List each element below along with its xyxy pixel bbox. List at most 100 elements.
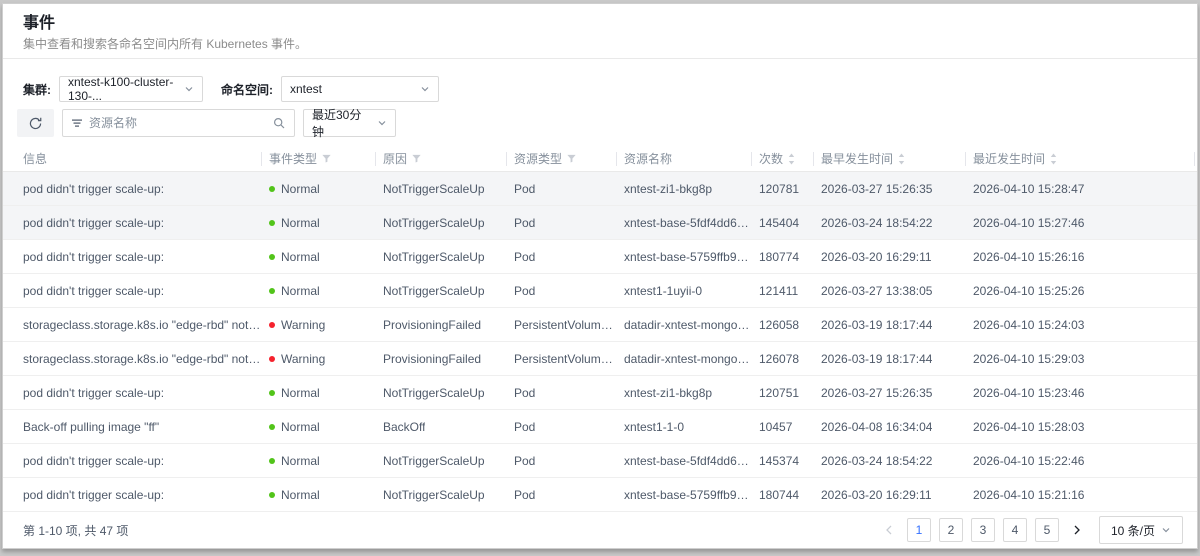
cell-last-seen: 2026-04-10 15:21:16 [965,488,1195,502]
cell-count: 145404 [751,216,813,230]
column-label: 最近发生时间 [973,150,1045,167]
cell-text: Normal [281,386,320,400]
cell-message: pod didn't trigger scale-up: [23,386,261,400]
table-row[interactable]: pod didn't trigger scale-up:NormalNotTri… [3,478,1197,512]
cell-last-seen: 2026-04-10 15:24:03 [965,318,1195,332]
sort-icon[interactable] [897,152,906,166]
cell-first-seen: 2026-03-24 18:54:22 [813,216,965,230]
table-row[interactable]: pod didn't trigger scale-up:NormalNotTri… [3,240,1197,274]
cell-text: 120751 [759,386,799,400]
cell-text: Normal [281,284,320,298]
cell-text: pod didn't trigger scale-up: [23,284,164,298]
cell-text: 2026-04-10 15:28:47 [973,182,1084,196]
cell-text: NotTriggerScaleUp [383,386,485,400]
cell-text: xntest-zi1-bkg8p [624,386,712,400]
cell-resource-type: Pod [506,386,616,400]
table-row[interactable]: pod didn't trigger scale-up:NormalNotTri… [3,444,1197,478]
cluster-select-value: xntest-k100-cluster-130-... [68,75,176,103]
page-button-3[interactable]: 3 [971,518,995,542]
cell-resource-name: xntest-base-5759ffb956-5fpfv [616,250,751,264]
next-page-button[interactable] [1067,518,1087,542]
column-label: 最早发生时间 [821,150,893,167]
column-header-count[interactable]: 次数 [751,150,813,167]
cell-resource-type: Pod [506,454,616,468]
cell-text: datadir-xntest-mongo-mong... [624,318,751,332]
column-header-last-seen[interactable]: 最近发生时间 [965,150,1195,167]
column-header-first-seen[interactable]: 最早发生时间 [813,150,965,167]
normal-status-dot-icon [269,186,275,192]
previous-page-button[interactable] [879,518,899,542]
sort-icon[interactable] [787,152,796,166]
page-button-4[interactable]: 4 [1003,518,1027,542]
chevron-right-icon [1073,525,1081,535]
cell-count: 120751 [751,386,813,400]
column-header-resource-name: 资源名称 [616,150,751,167]
cell-text: xntest1-1-0 [624,420,684,434]
cell-message: Back-off pulling image "ff" [23,420,261,434]
table-row[interactable]: storageclass.storage.k8s.io "edge-rbd" n… [3,342,1197,376]
filter-row: 集群: xntest-k100-cluster-130-... 命名空间: xn… [3,59,1197,102]
filter-funnel-icon[interactable] [411,153,422,164]
cell-text: Pod [514,420,535,434]
time-range-select[interactable]: 最近30分钟 [303,109,396,137]
column-header-reason[interactable]: 原因 [375,150,506,167]
table-header: 信息事件类型原因资源类型资源名称次数最早发生时间最近发生时间 [3,146,1197,172]
table-row[interactable]: Back-off pulling image "ff"NormalBackOff… [3,410,1197,444]
normal-status-dot-icon [269,458,275,464]
cell-reason: NotTriggerScaleUp [375,284,506,298]
filter-funnel-icon[interactable] [321,153,332,164]
cell-text: NotTriggerScaleUp [383,454,485,468]
namespace-select[interactable]: xntest [281,76,439,102]
page-button-2[interactable]: 2 [939,518,963,542]
cell-count: 145374 [751,454,813,468]
cell-message: pod didn't trigger scale-up: [23,182,261,196]
resource-name-search-input[interactable] [89,116,272,130]
page-size-select[interactable]: 10 条/页 [1099,516,1183,544]
cell-text: 2026-03-24 18:54:22 [821,216,932,230]
namespace-select-value: xntest [290,82,322,96]
column-header-resource-type[interactable]: 资源类型 [506,150,616,167]
chevron-down-icon [1161,525,1171,535]
cell-resource-name: xntest-base-5759ffb956-5fpfv [616,488,751,502]
cell-text: 126078 [759,352,799,366]
chevron-down-icon [184,84,194,94]
cell-text: 2026-03-27 15:26:35 [821,182,932,196]
cell-text: 145374 [759,454,799,468]
page-button-5[interactable]: 5 [1035,518,1059,542]
filter-funnel-icon[interactable] [566,153,577,164]
cell-type: Warning [261,318,375,332]
page-button-1[interactable]: 1 [907,518,931,542]
cell-text: Pod [514,182,535,196]
cell-count: 126078 [751,352,813,366]
cell-count: 120781 [751,182,813,196]
column-header-event-type[interactable]: 事件类型 [261,150,375,167]
table-row[interactable]: pod didn't trigger scale-up: Normal NotTri… [3,274,1197,308]
table-row[interactable]: pod didn't trigger scale-up:NormalNotTri… [3,206,1197,240]
cell-type: Normal [261,386,375,400]
table-row[interactable]: storageclass.storage.k8s.io "edge-rbd" n… [3,308,1197,342]
cell-text: 145404 [759,216,799,230]
cell-first-seen: 2026-03-19 18:17:44 [813,318,965,332]
table-row[interactable]: pod didn't trigger scale-up:NormalNotTri… [3,172,1197,206]
sort-icon[interactable] [1049,152,1058,166]
page-subtitle: 集中查看和搜索各命名空间内所有 Kubernetes 事件。 [23,36,1177,52]
pagination: 12345 10 条/页 [879,516,1183,544]
normal-status-dot-icon [269,390,275,396]
refresh-button[interactable] [17,109,54,137]
column-label: 事件类型 [269,150,317,167]
cell-type: Normal [261,420,375,434]
cluster-select[interactable]: xntest-k100-cluster-130-... [59,76,203,102]
cell-text: 2026-03-27 15:26:35 [821,386,932,400]
normal-status-dot-icon [269,424,275,430]
cell-text: 2026-03-24 18:54:22 [821,454,932,468]
cell-reason: NotTriggerScaleUp [375,182,506,196]
events-page: 事件 集中查看和搜索各命名空间内所有 Kubernetes 事件。 集群: xn… [2,3,1198,549]
cell-reason: NotTriggerScaleUp [375,454,506,468]
cell-type: Normal [261,454,375,468]
cell-message: pod didn't trigger scale-up: [23,250,261,264]
cell-text: 120781 [759,182,799,196]
table-row[interactable]: pod didn't trigger scale-up: Normal NotTri… [3,376,1197,410]
cell-text: datadir-xntest-mongo-mong... [624,352,751,366]
chevron-left-icon [885,525,893,535]
search-icon[interactable] [272,116,286,130]
